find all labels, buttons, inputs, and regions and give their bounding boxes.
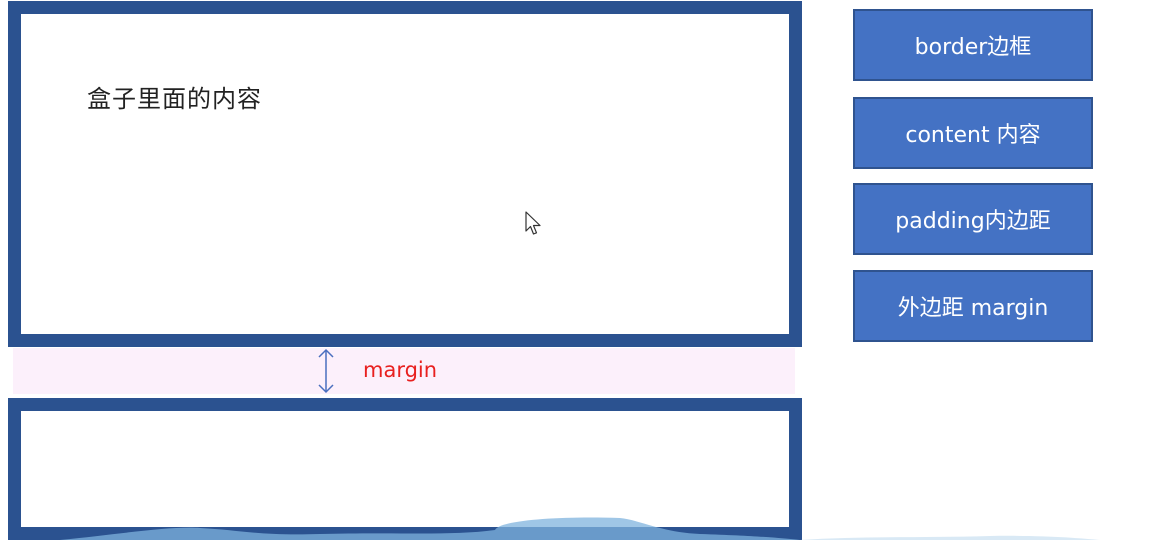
box-model-top-box: 盒子里面的内容 — [8, 1, 802, 347]
margin-label: margin — [363, 358, 438, 382]
box-model-bottom-box — [8, 398, 802, 540]
margin-legend-button[interactable]: 外边距 margin — [853, 270, 1093, 342]
box-content-text: 盒子里面的内容 — [87, 85, 262, 113]
padding-legend-label: padding内边距 — [895, 209, 1051, 234]
margin-legend-label: 外边距 margin — [897, 296, 1049, 321]
border-legend-button[interactable]: border边框 — [853, 9, 1093, 81]
border-legend-label: border边框 — [914, 35, 1032, 60]
content-legend-label: content 内容 — [905, 123, 1041, 148]
padding-legend-button[interactable]: padding内边距 — [853, 183, 1093, 255]
content-legend-button[interactable]: content 内容 — [853, 97, 1093, 169]
mouse-cursor-icon — [525, 211, 541, 235]
double-arrow-icon — [318, 348, 334, 394]
